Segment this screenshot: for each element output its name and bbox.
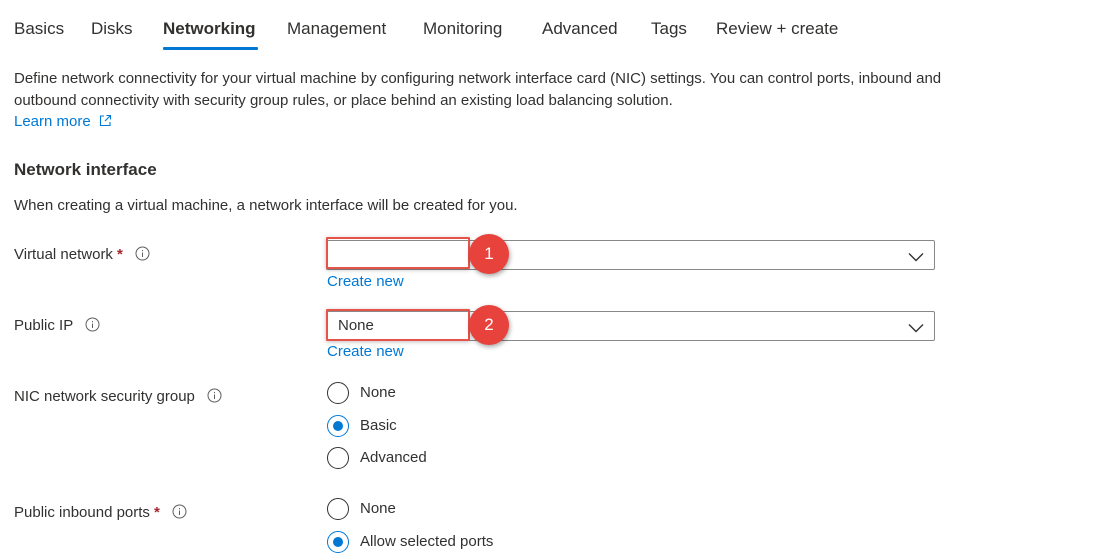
public-inbound-ports-label: Public inbound ports * — [14, 504, 187, 523]
info-icon[interactable] — [172, 504, 187, 523]
highlight-box-2 — [326, 309, 470, 341]
radio-circle — [327, 382, 349, 404]
learn-more-link[interactable]: Learn more — [14, 113, 112, 131]
callout-badge-1: 1 — [469, 234, 509, 274]
callout-badge-2: 2 — [469, 305, 509, 345]
external-link-icon — [99, 114, 112, 131]
radio-selected-dot — [333, 421, 343, 431]
public-ip-label: Public IP — [14, 317, 100, 336]
nic-nsg-label: NIC network security group — [14, 388, 222, 407]
inbound-ports-option-allow-selected-label: Allow selected ports — [360, 533, 494, 550]
virtual-network-create-new-link[interactable]: Create new — [327, 273, 404, 290]
tab-management[interactable]: Management — [287, 19, 386, 39]
highlight-box-1 — [326, 237, 470, 269]
nic-nsg-option-none-label: None — [360, 384, 396, 401]
page-description: Define network connectivity for your vir… — [14, 70, 942, 109]
chevron-down-icon — [908, 320, 924, 338]
learn-more-label: Learn more — [14, 113, 91, 130]
required-asterisk: * — [116, 246, 123, 263]
tab-basics[interactable]: Basics — [14, 19, 64, 39]
nic-nsg-option-basic-label: Basic — [360, 417, 397, 434]
tab-disks[interactable]: Disks — [91, 19, 133, 39]
virtual-network-label-text: Virtual network — [14, 246, 113, 263]
virtual-network-label: Virtual network * — [14, 246, 150, 265]
radio-circle — [327, 415, 349, 437]
public-ip-label-text: Public IP — [14, 317, 73, 334]
nic-nsg-option-advanced-label: Advanced — [360, 449, 427, 466]
inbound-ports-option-none-label: None — [360, 500, 396, 517]
radio-selected-dot — [333, 537, 343, 547]
active-tab-indicator — [163, 47, 258, 50]
tab-networking[interactable]: Networking — [163, 19, 256, 39]
info-icon[interactable] — [135, 246, 150, 265]
tab-bar: Basics Disks Networking Management Monit… — [0, 0, 1107, 56]
required-asterisk: * — [153, 504, 160, 521]
section-subtitle: When creating a virtual machine, a netwo… — [14, 197, 518, 214]
public-ip-create-new-link[interactable]: Create new — [327, 343, 404, 360]
radio-circle — [327, 531, 349, 553]
radio-circle — [327, 447, 349, 469]
tab-monitoring[interactable]: Monitoring — [423, 19, 502, 39]
radio-circle — [327, 498, 349, 520]
section-title-network-interface: Network interface — [14, 160, 157, 179]
info-icon[interactable] — [207, 388, 222, 407]
tab-review-create[interactable]: Review + create — [716, 19, 838, 39]
public-inbound-ports-label-text: Public inbound ports — [14, 504, 150, 521]
tab-advanced[interactable]: Advanced — [542, 19, 618, 39]
chevron-down-icon — [908, 249, 924, 267]
nic-nsg-label-text: NIC network security group — [14, 388, 195, 405]
info-icon[interactable] — [85, 317, 100, 336]
tab-tags[interactable]: Tags — [651, 19, 687, 39]
